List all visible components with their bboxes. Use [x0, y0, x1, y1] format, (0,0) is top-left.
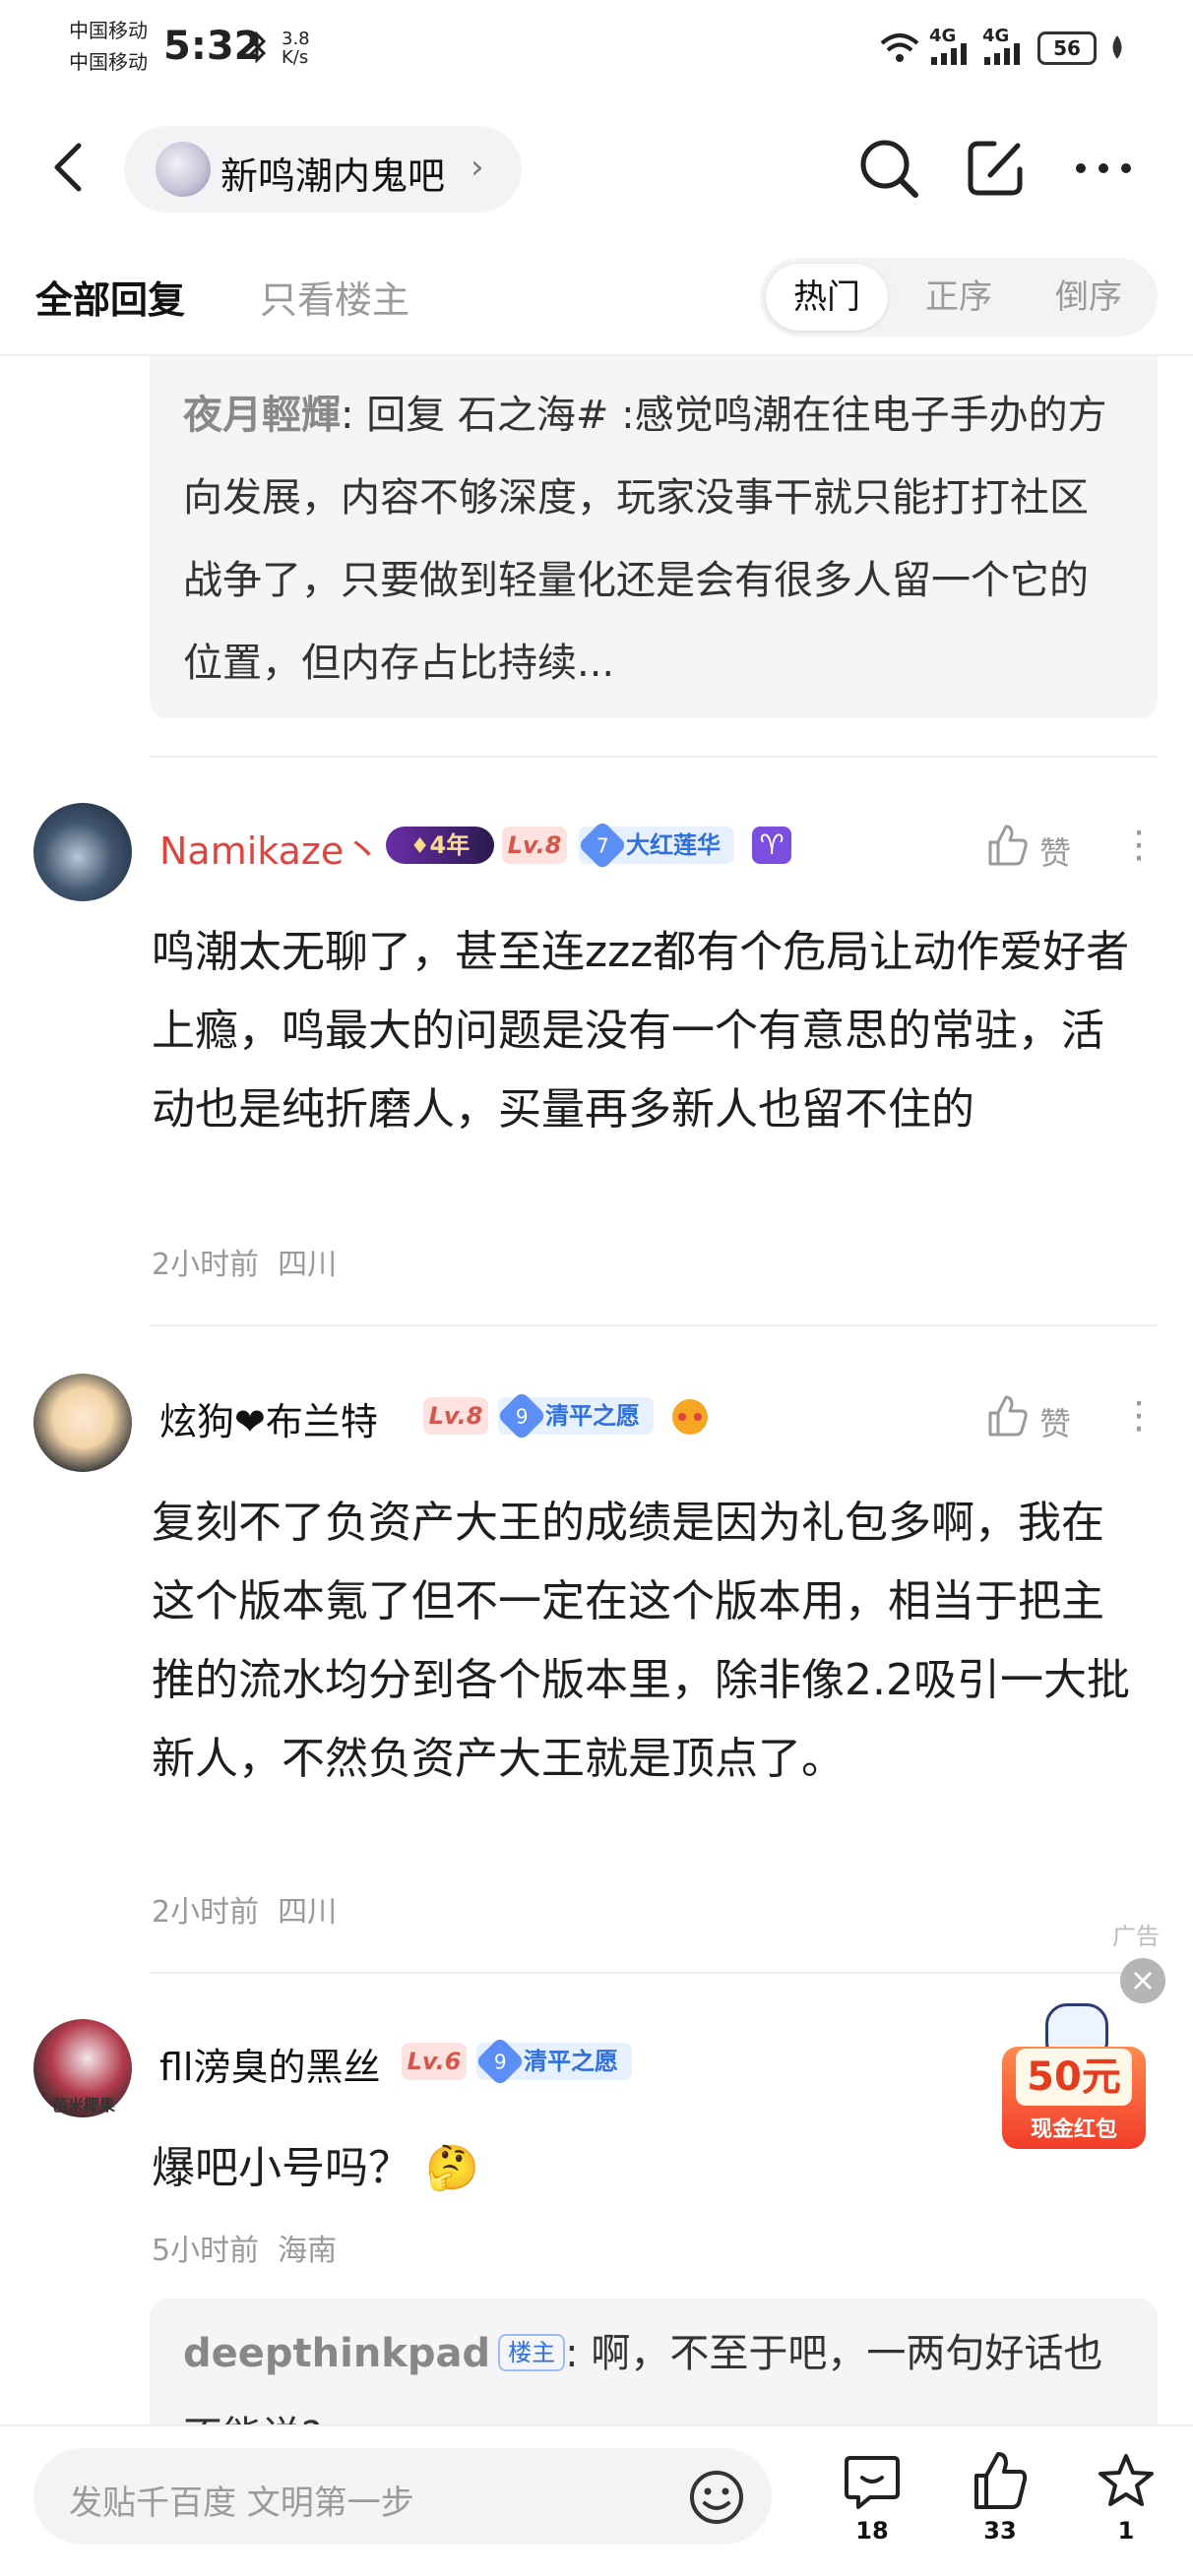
- level-badge: Lv.6: [402, 2043, 467, 2080]
- emoji-icon[interactable]: [687, 2468, 746, 2527]
- comment-meta: 2小时前 四川: [152, 1895, 338, 1930]
- bluetooth-icon: [246, 30, 268, 65]
- sort-hot[interactable]: 热门: [766, 264, 888, 331]
- game-controller-icon: [669, 1395, 711, 1437]
- comment-meta: 5小时前 海南: [152, 2234, 338, 2268]
- edit-icon[interactable]: [961, 134, 1030, 203]
- star-icon[interactable]: [1095, 2450, 1158, 2513]
- username[interactable]: 炫狗❤布兰特: [159, 1391, 378, 1445]
- sort-ascending[interactable]: 正序: [925, 264, 992, 331]
- comment-meta: 2小时前 四川: [152, 1248, 338, 1282]
- level-badge: Lv.8: [423, 1397, 488, 1435]
- avatar-caption: 芭米椰果: [51, 2096, 115, 2115]
- separator: [150, 1972, 1158, 1974]
- carrier-2: 中国移动: [69, 50, 148, 74]
- comments-count: 18: [855, 2517, 889, 2545]
- status-bar: 中国移动 中国移动 5:32 3.8 K/s 4G 4G 56: [0, 0, 1193, 94]
- search-icon[interactable]: [854, 134, 923, 203]
- reply-input-placeholder: 发贴千百度 文明第一步: [69, 2484, 414, 2523]
- comment-icon[interactable]: [841, 2450, 904, 2513]
- ad-subtitle: 现金红包: [1030, 2117, 1117, 2142]
- thumb-up-icon[interactable]: [984, 823, 1030, 868]
- forum-avatar: [156, 142, 211, 197]
- like-label[interactable]: 赞: [1039, 828, 1071, 874]
- zodiac-icon: ♈: [752, 827, 791, 864]
- signal-2-icon: [984, 43, 1026, 65]
- username[interactable]: Namikaze丶: [159, 821, 381, 875]
- ad-label: 广告: [1112, 1923, 1160, 1950]
- comment-text: 鸣潮太无聊了，甚至连zzz都有个危局让动作爱好者上瘾，鸣最大的问题是没有一个有意…: [152, 927, 1130, 1135]
- sub-reply-author: deepthinkpad: [183, 2331, 491, 2376]
- comment-more-icon[interactable]: ⋮: [1120, 823, 1158, 866]
- username[interactable]: fll滂臭的黑丝: [159, 2037, 381, 2091]
- separator: [150, 1324, 1158, 1326]
- more-icon[interactable]: [1069, 134, 1138, 203]
- year-badge: ♦4年: [386, 827, 494, 864]
- chevron-right-icon: ›: [471, 148, 484, 187]
- back-button[interactable]: [49, 138, 89, 197]
- comment-more-icon[interactable]: ⋮: [1120, 1393, 1158, 1437]
- leaf-icon: [1108, 33, 1126, 61]
- separator: [150, 756, 1158, 758]
- ad-close-button[interactable]: ×: [1120, 1958, 1165, 2003]
- sub-reply-text: deepthinkpad楼主: 啊，不至于吧，一两句好话也不能说?: [183, 2331, 1103, 2424]
- forum-name[interactable]: 新鸣潮内鬼吧: [220, 146, 445, 200]
- avatar[interactable]: [33, 1374, 132, 1472]
- level-badge: Lv.8: [502, 827, 567, 864]
- comment-text: 爆吧小号吗？ 🤔: [152, 2143, 479, 2193]
- quoted-reply-text: 夜月輕輝: 回复 石之海# :感觉鸣潮在往电子手办的方向发展，内容不够深度，玩家…: [183, 393, 1107, 686]
- sort-descending[interactable]: 倒序: [1055, 264, 1122, 331]
- network-speed: 3.8 K/s: [282, 29, 310, 68]
- favorites-count: 1: [1117, 2517, 1135, 2545]
- signal-1-icon: [931, 43, 973, 65]
- ad-amount: 50元: [1016, 2049, 1132, 2106]
- thumb-up-icon[interactable]: [984, 1393, 1030, 1439]
- like-label[interactable]: 赞: [1039, 1399, 1071, 1444]
- battery-indicator: 56: [1037, 31, 1097, 65]
- tab-all-replies[interactable]: 全部回复: [35, 270, 185, 324]
- avatar[interactable]: [33, 803, 132, 901]
- op-badge: 楼主: [498, 2334, 566, 2371]
- carrier-1: 中国移动: [69, 19, 148, 42]
- tab-op-only[interactable]: 只看楼主: [260, 270, 409, 324]
- sub-reply[interactable]: deepthinkpad楼主: 啊，不至于吧，一两句好话也不能说?: [150, 2299, 1158, 2424]
- wifi-icon: [878, 30, 921, 65]
- thinking-emoji: 🤔: [425, 2143, 479, 2193]
- like-icon[interactable]: [969, 2450, 1032, 2513]
- comment-text: 复刻不了负资产大王的成绩是因为礼包多啊，我在这个版本氪了但不一定在这个版本用，相…: [152, 1498, 1130, 1784]
- likes-count: 33: [983, 2517, 1017, 2545]
- quoted-reply-author: 夜月輕輝: [183, 393, 341, 438]
